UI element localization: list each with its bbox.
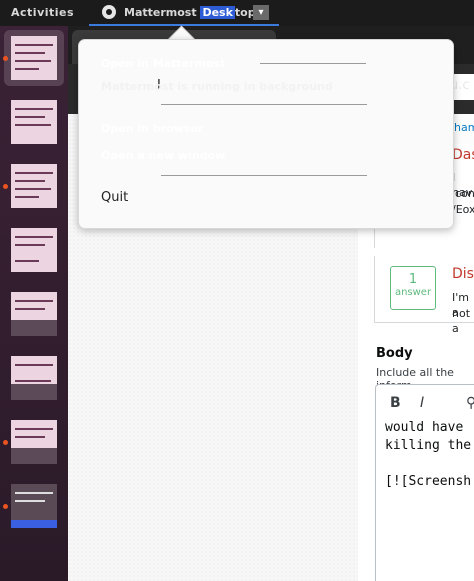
window-thumbnail [11, 484, 57, 528]
bold-button[interactable]: B [390, 395, 401, 411]
question-excerpt-line: not a [452, 307, 471, 335]
dock-window-2[interactable] [4, 94, 64, 150]
running-indicator [3, 504, 8, 509]
dock-window-1[interactable] [3, 30, 64, 86]
window-thumbnail [11, 356, 57, 400]
running-indicator [3, 440, 8, 445]
dock-window-3[interactable] [3, 158, 64, 214]
italic-button[interactable]: I [420, 395, 424, 411]
activities-button[interactable]: Activities [11, 6, 74, 19]
dock-window-8[interactable] [3, 478, 64, 534]
app-name-part: Mattermost [124, 6, 197, 19]
menu-separator [161, 175, 367, 176]
menu-item-open-app[interactable]: Open in Mattermost [101, 57, 225, 70]
code-line: [![Screensh [385, 474, 472, 489]
app-name-highlight: Desk [200, 6, 235, 19]
dock-window-7[interactable] [3, 414, 64, 470]
menu-item-open-browser[interactable]: Open in browser [101, 122, 203, 135]
code-line: would have [385, 420, 464, 435]
question-excerpt-line: icon [452, 187, 474, 200]
question-excerpt-line: /Eox [452, 203, 474, 216]
dock [0, 26, 68, 581]
menu-item-status[interactable]: Mattermost is running in background [101, 80, 333, 93]
window-thumbnail [11, 164, 57, 208]
body-textarea[interactable]: would have killing the [![Screensh [375, 420, 474, 581]
menu-separator [260, 63, 366, 64]
menu-item-new-window[interactable]: Open a new window [101, 149, 225, 162]
menu-separator [161, 104, 367, 105]
app-menu-title[interactable]: Mattermost Desk top [124, 6, 256, 19]
dock-window-4[interactable] [4, 222, 64, 278]
window-thumbnail [11, 292, 57, 336]
chevron-down-icon[interactable]: ▾ [253, 5, 269, 20]
app-logo-icon[interactable] [102, 5, 116, 19]
running-indicator [3, 56, 8, 61]
code-line: killing the [385, 438, 472, 453]
answer-count: 1 [408, 272, 418, 287]
link-icon[interactable]: ⚲ [466, 395, 474, 411]
running-indicator [3, 184, 8, 189]
answer-count-badge: 1 answer [390, 266, 436, 310]
top-bar: Activities Mattermost Desk top ▾ [0, 0, 474, 26]
window-thumbnail [11, 420, 57, 464]
window-thumbnail [11, 228, 57, 272]
quit-menu-item[interactable]: Quit [101, 190, 128, 205]
question-title[interactable]: Das [452, 147, 474, 163]
answer-label: answer [394, 287, 432, 298]
window-thumbnail [11, 100, 57, 144]
body-label: Body [376, 346, 413, 361]
window-thumbnail [11, 36, 57, 80]
dock-window-5[interactable] [4, 286, 64, 342]
dock-window-6[interactable] [4, 350, 64, 406]
question-title[interactable]: Disp [452, 266, 474, 282]
